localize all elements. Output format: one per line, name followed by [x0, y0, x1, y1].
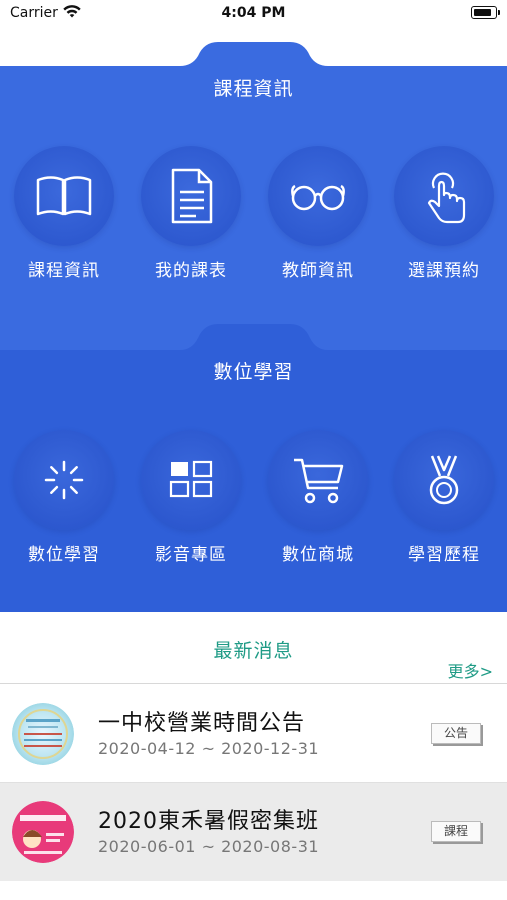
course-info-tile[interactable]: 課程資訊: [4, 146, 124, 281]
news-tag-badge: 公告: [431, 723, 481, 744]
digital-store-tile[interactable]: 數位商城: [258, 430, 378, 565]
book-icon: [36, 176, 92, 216]
glasses-icon: [291, 184, 345, 211]
course-section-title: 課程資訊: [213, 78, 294, 100]
news-headline: 一中校營業時間公告: [98, 711, 306, 736]
digital-store-label: 數位商城: [282, 545, 354, 565]
announcement-thumbnail: [12, 703, 74, 765]
course-booking-label: 選課預約: [408, 261, 480, 281]
my-schedule-label: 我的課表: [155, 261, 227, 281]
teacher-info-label: 教師資訊: [282, 261, 354, 281]
video-zone-tile[interactable]: 影音專區: [131, 430, 251, 565]
video-zone-label: 影音專區: [155, 545, 227, 565]
my-schedule-tile[interactable]: 我的課表: [131, 146, 251, 281]
cart-icon: [294, 458, 344, 504]
more-news-link[interactable]: 更多>: [448, 658, 493, 682]
medal-icon: [429, 455, 459, 505]
learning-history-label: 學習歷程: [408, 545, 480, 565]
news-tag-badge: 課程: [431, 821, 481, 842]
teacher-info-tile[interactable]: 教師資訊: [258, 146, 378, 281]
digital-section-title: 數位學習: [213, 361, 294, 383]
news-headline: 2020東禾暑假密集班: [98, 809, 319, 834]
grid-icon: [169, 460, 213, 498]
digital-learning-tile[interactable]: 數位學習: [4, 430, 124, 565]
document-icon: [171, 168, 213, 224]
news-item[interactable]: 2020東禾暑假密集班 2020-06-01 ~ 2020-08-31 課程: [0, 783, 507, 881]
course-info-label: 課程資訊: [28, 261, 100, 281]
news-dates: 2020-06-01 ~ 2020-08-31: [98, 837, 320, 856]
course-booking-tile[interactable]: 選課預約: [384, 146, 504, 281]
news-header: 最新消息 更多>: [0, 612, 507, 684]
summer-class-thumbnail: [12, 801, 74, 863]
news-item[interactable]: 一中校營業時間公告 2020-04-12 ~ 2020-12-31 公告: [0, 685, 507, 783]
tap-hand-icon: [427, 172, 466, 224]
news-dates: 2020-04-12 ~ 2020-12-31: [98, 739, 320, 758]
learning-history-tile[interactable]: 學習歷程: [384, 430, 504, 565]
digital-learning-label: 數位學習: [28, 545, 100, 565]
loading-spinner-icon: [44, 460, 84, 500]
news-section-title: 最新消息: [213, 640, 294, 662]
